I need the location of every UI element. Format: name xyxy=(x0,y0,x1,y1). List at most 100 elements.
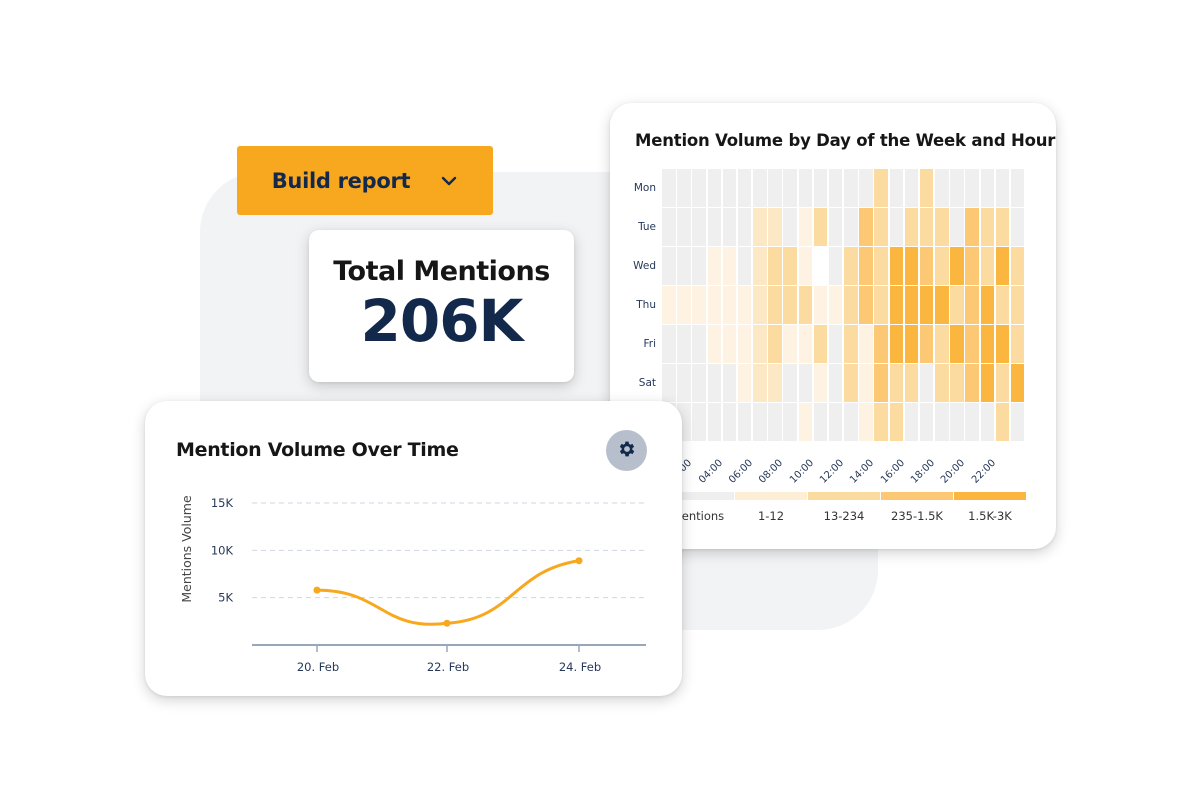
heatmap-cell xyxy=(768,169,782,207)
day-label: Mon xyxy=(633,181,656,194)
heatmap-cell xyxy=(904,364,919,402)
heatmap-cell xyxy=(935,208,949,246)
build-report-button[interactable]: Build report xyxy=(237,146,493,215)
heatmap-cell xyxy=(935,169,949,207)
heatmap-cell xyxy=(874,286,888,324)
data-point xyxy=(313,586,321,594)
legend-swatch xyxy=(881,492,953,500)
hour-label: 12:00 xyxy=(818,457,847,486)
heatmap-cell xyxy=(965,247,979,285)
legend-label: 235-1.5K xyxy=(891,509,943,523)
heatmap-cell xyxy=(919,325,934,363)
heatmap-cell xyxy=(950,286,964,324)
heatmap-cell xyxy=(844,169,858,207)
total-mentions-card: Total Mentions 206K xyxy=(309,230,574,382)
heatmap-cell xyxy=(768,286,782,324)
heatmap-cell xyxy=(692,364,706,402)
heatmap-cell xyxy=(919,403,934,441)
heatmap-cell xyxy=(677,325,691,363)
heatmap-cell xyxy=(768,364,782,402)
day-label: Fri xyxy=(643,337,656,350)
heatmap-cell xyxy=(844,247,858,285)
heatmap-cell xyxy=(995,403,1010,441)
heatmap-cell xyxy=(662,208,676,246)
heatmap-cell xyxy=(753,286,767,324)
heatmap-cell xyxy=(889,325,904,363)
heatmap-cell xyxy=(859,286,873,324)
heatmap-cell xyxy=(950,247,964,285)
heatmap-cell xyxy=(965,364,979,402)
hour-label: 06:00 xyxy=(727,457,756,486)
heatmap-cell xyxy=(965,169,979,207)
heatmap-cell xyxy=(950,364,964,402)
heatmap-cell xyxy=(737,169,752,207)
hour-label: 04:00 xyxy=(696,457,725,486)
heatmap-cell xyxy=(844,364,858,402)
heatmap-cell xyxy=(798,286,813,324)
heatmap-cell xyxy=(935,403,949,441)
heatmap-cell xyxy=(1010,169,1025,207)
heatmap-cell xyxy=(995,247,1010,285)
line-chart: 5K 10K 15K Mentions Volume 20. Feb 22. Feb 24.… xyxy=(179,495,646,674)
heatmap-cell xyxy=(889,208,904,246)
hour-label: 18:00 xyxy=(909,457,938,486)
y-axis-title: Mentions Volume xyxy=(179,495,194,603)
heatmap-cell xyxy=(950,169,964,207)
heatmap-cell xyxy=(965,208,979,246)
heatmap-cell xyxy=(722,325,737,363)
heatmap-cell xyxy=(813,247,828,285)
day-label: Wed xyxy=(633,259,656,272)
heatmap-cell xyxy=(950,325,964,363)
heatmap-cell xyxy=(707,325,722,363)
heatmap-cell xyxy=(904,403,919,441)
heatmap-cell xyxy=(874,169,888,207)
heatmap-cell xyxy=(980,208,995,246)
heatmap-cell xyxy=(828,169,843,207)
heatmap-cell xyxy=(874,364,888,402)
day-label: Sat xyxy=(638,376,656,389)
heatmap-cell xyxy=(737,325,752,363)
heatmap-cell xyxy=(844,325,858,363)
heatmap-cell xyxy=(707,247,722,285)
legend-swatch xyxy=(954,492,1026,500)
heatmap-cell xyxy=(965,325,979,363)
y-tick-label: 10K xyxy=(211,543,234,557)
chevron-down-icon xyxy=(440,172,458,190)
hour-label: 22:00 xyxy=(969,457,998,486)
data-point xyxy=(443,619,451,627)
heatmap-cell xyxy=(980,286,995,324)
heatmap-cell xyxy=(995,286,1010,324)
heatmap-cell xyxy=(919,364,934,402)
heatmap-cell xyxy=(783,325,797,363)
heatmap-cell xyxy=(813,364,828,402)
heatmap-cell xyxy=(662,247,676,285)
heatmap-cell xyxy=(662,169,676,207)
heatmap-cell xyxy=(904,286,919,324)
heatmap-cell xyxy=(783,169,797,207)
heatmap-cell xyxy=(722,403,737,441)
heatmap-cell xyxy=(828,325,843,363)
heatmap-cell xyxy=(798,169,813,207)
heatmap-cell xyxy=(798,325,813,363)
heatmap-cell xyxy=(904,169,919,207)
heatmap-cell xyxy=(980,325,995,363)
heatmap-cell xyxy=(935,286,949,324)
total-mentions-value: 206K xyxy=(360,287,523,355)
y-tick-label: 5K xyxy=(218,591,233,605)
heatmap-cell xyxy=(737,286,752,324)
heatmap-cell xyxy=(722,208,737,246)
heatmap-cell xyxy=(935,325,949,363)
y-tick-label: 15K xyxy=(211,496,234,510)
heatmap-cell xyxy=(798,208,813,246)
x-tick-label: 24. Feb xyxy=(559,660,601,674)
build-report-label: Build report xyxy=(271,168,411,193)
hour-label: 20:00 xyxy=(939,457,968,486)
heatmap-cell xyxy=(859,364,873,402)
heatmap-cell xyxy=(980,247,995,285)
heatmap-cell xyxy=(692,286,706,324)
heatmap-cell xyxy=(874,325,888,363)
heatmap-cell xyxy=(889,403,904,441)
heatmap-cell xyxy=(813,169,828,207)
heatmap-cell xyxy=(692,169,706,207)
heatmap-cell xyxy=(813,325,828,363)
